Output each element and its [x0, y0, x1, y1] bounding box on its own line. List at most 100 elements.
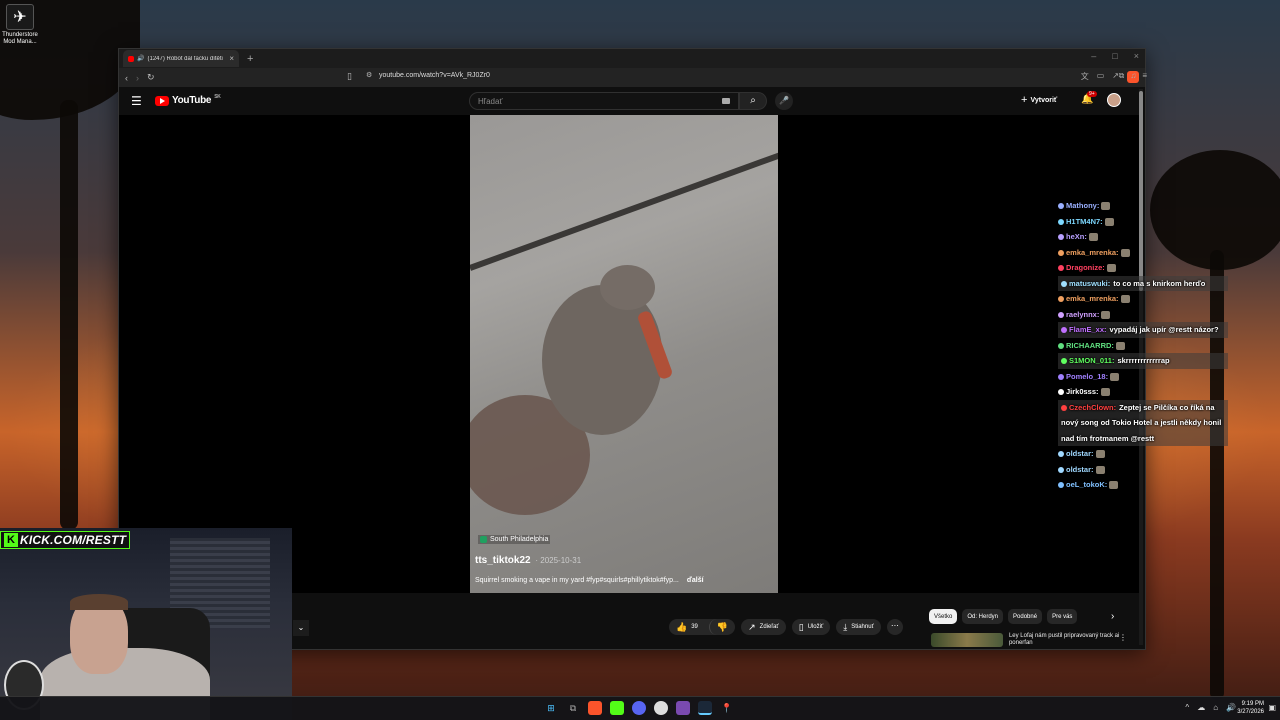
chat-badge-icon: [1058, 389, 1064, 396]
audio-icon[interactable]: 🔊: [137, 55, 144, 62]
chat-message: emka_mrenka:: [1058, 291, 1228, 307]
save-button[interactable]: ▯ Uložiť: [791, 619, 831, 635]
chip-related[interactable]: Podobné: [1008, 609, 1043, 624]
menu-icon[interactable]: ≡: [1142, 71, 1147, 81]
discord-icon[interactable]: [632, 701, 646, 715]
system-tray: ^ ☁ ⌂ 🔊: [1185, 703, 1236, 712]
chat-text: to co ma s knirkom herďo: [1113, 278, 1206, 288]
translate-icon[interactable]: 文: [1081, 71, 1089, 83]
location-chip[interactable]: South Philadelphia: [478, 535, 551, 544]
bookmark-icon[interactable]: ▯: [347, 71, 352, 82]
account-avatar[interactable]: [1107, 93, 1121, 107]
kebab-menu-icon[interactable]: ⋮: [1119, 633, 1127, 642]
video-player[interactable]: South Philadelphia tts_tiktok22 · 2025-1…: [470, 115, 778, 593]
taskbar: ⊞ ⧉ 📍 ^ ☁ ⌂ 🔊 9:19 PM 3/27/2026 ▣: [0, 696, 1280, 720]
chat-username: H1TM4N7:: [1066, 216, 1103, 226]
chip-from-herdyn[interactable]: Od: Herdyn: [962, 609, 1004, 624]
volume-icon[interactable]: 🔊: [1226, 703, 1236, 712]
chat-username: Jirk0sss:: [1066, 387, 1099, 396]
author-name: tts_tiktok22: [475, 555, 531, 566]
back-icon[interactable]: ‹: [125, 73, 128, 83]
minimize-button[interactable]: –: [1091, 51, 1096, 61]
reader-icon[interactable]: ▭: [1097, 71, 1105, 83]
youtube-logo-text: YouTube: [172, 95, 212, 106]
close-window-button[interactable]: ×: [1134, 51, 1139, 61]
chat-username: RICHAARRD:: [1066, 340, 1114, 350]
recommended-thumbnail[interactable]: [931, 633, 1003, 647]
url-field[interactable]: youtube.com/watch?v=AVk_RJ0Zr0: [379, 72, 490, 79]
chat-username: heXn:: [1066, 232, 1087, 241]
description-more-button[interactable]: ďalší: [687, 577, 704, 584]
recommendation-chips: Všetko Od: Herdyn Podobné Pre vás: [929, 609, 1078, 624]
create-button[interactable]: + Vytvoriť: [1021, 94, 1057, 106]
clock[interactable]: 9:19 PM 3/27/2026: [1237, 700, 1264, 716]
chevron-right-icon[interactable]: ›: [1111, 611, 1114, 622]
chat-username: matuswuki:: [1069, 278, 1111, 288]
reload-icon[interactable]: ↻: [147, 72, 155, 83]
chat-badge-icon: [1058, 265, 1064, 272]
media-icon[interactable]: ♫: [1130, 71, 1136, 81]
extensions-icon[interactable]: ⧉: [1119, 71, 1125, 81]
recommended-video[interactable]: Ley Lofaj nám pustil pripravovaný track …: [931, 633, 1131, 649]
thumbs-down-icon: 👎: [716, 621, 729, 632]
chat-emote-icon: [1101, 202, 1111, 211]
chat-message: heXn:: [1058, 229, 1228, 245]
chat-emote-icon: [1088, 233, 1098, 242]
tray-app-icon[interactable]: ☁: [1197, 703, 1205, 712]
chip-all[interactable]: Všetko: [929, 609, 958, 624]
like-count: 39: [691, 624, 698, 630]
search-input[interactable]: Hľadať: [469, 92, 739, 110]
voice-search-button[interactable]: 🎤: [775, 92, 793, 110]
notification-center-icon[interactable]: ▣: [1268, 703, 1276, 712]
share-button[interactable]: ↗ Zdieľať: [741, 619, 786, 635]
squirrel-head: [600, 265, 655, 310]
sidewalk-crack: [470, 152, 778, 271]
download-label: Stiahnuť: [851, 624, 874, 630]
chat-badge-icon: [1058, 296, 1064, 303]
forward-icon[interactable]: ›: [136, 73, 139, 83]
task-view-icon[interactable]: ⧉: [566, 701, 580, 715]
video-player-area: South Philadelphia tts_tiktok22 · 2025-1…: [119, 115, 1139, 593]
download-button[interactable]: ⤓ Stiahnuť: [836, 619, 881, 635]
chat-message: H1TM4N7:: [1058, 214, 1228, 230]
video-author[interactable]: tts_tiktok22 · 2025-10-31: [475, 555, 581, 566]
more-actions-button[interactable]: ⋯: [886, 619, 903, 635]
network-icon[interactable]: ⌂: [1213, 703, 1218, 712]
chat-message: oldstar:: [1058, 462, 1228, 478]
browser-tab[interactable]: 🔊 (1247) Robot dal facku dítěti ×: [123, 50, 239, 67]
dislike-button[interactable]: 👎: [708, 619, 735, 635]
notifications-button[interactable]: 🔔 9+: [1081, 91, 1097, 105]
windows-start-icon[interactable]: ⊞: [544, 701, 558, 715]
chrome-icon[interactable]: [654, 701, 668, 715]
chip-for-you[interactable]: Pre vás: [1047, 609, 1078, 624]
bookmark-save-icon: ▯: [798, 621, 804, 632]
stream-chat-overlay: Mathony: H1TM4N7: heXn: emka_mrenka: Dragoni…: [1058, 198, 1228, 493]
youtube-logo[interactable]: YouTube SK: [155, 94, 221, 106]
chat-badge-icon: [1061, 327, 1067, 334]
obs-icon[interactable]: [676, 701, 690, 715]
recommended-title[interactable]: Ley Lofaj nám pustil pripravovaný track …: [1009, 633, 1131, 649]
collapse-button[interactable]: ⌄: [293, 620, 309, 636]
kick-banner: K KICK.COM/RESTT: [0, 531, 131, 549]
hamburger-menu-icon[interactable]: ☰: [131, 94, 142, 108]
kick-app-icon[interactable]: [610, 701, 624, 715]
pin-app-icon[interactable]: 📍: [720, 701, 734, 715]
keyboard-icon[interactable]: [722, 98, 730, 104]
search-button[interactable]: ⌕: [739, 92, 767, 110]
share-label: Zdieľať: [759, 624, 779, 630]
chat-message: oldstar:: [1058, 446, 1228, 462]
video-actions: 👍 39 👎 ↗ Zdieľať ▯ Uložiť ⤓ Stiahnuť ⋯: [669, 619, 903, 635]
chat-badge-icon: [1058, 234, 1064, 241]
steam-icon[interactable]: [698, 701, 712, 715]
site-info-icon[interactable]: ⚙: [366, 71, 372, 79]
tab-close-button[interactable]: ×: [229, 54, 234, 63]
tray-chevron-icon[interactable]: ^: [1185, 703, 1189, 712]
new-tab-button[interactable]: +: [247, 53, 253, 65]
streamer-hair: [70, 594, 128, 610]
desktop-shortcut-thunderstore[interactable]: ✈ Thunderstore Mod Mana...: [2, 4, 38, 46]
maximize-button[interactable]: □: [1112, 51, 1117, 61]
brave-browser-icon[interactable]: [588, 701, 602, 715]
video-description: Squirrel smoking a vape in my yard #fyp#…: [475, 577, 704, 584]
like-button[interactable]: 👍 39: [669, 619, 705, 635]
chat-emote-icon: [1110, 372, 1120, 381]
